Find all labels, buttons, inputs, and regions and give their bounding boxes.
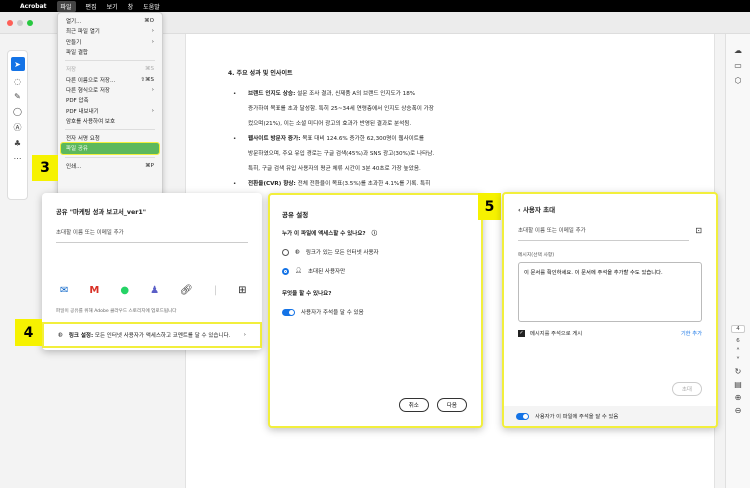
upload-note: 파일이 공유를 위해 Adobe 클라우드 스토리지에 업로드됩니다 bbox=[56, 309, 177, 314]
close-window-button[interactable] bbox=[7, 20, 13, 26]
link-settings-row[interactable]: ◍ 링크 설정: 모든 인터넷 사용자가 액세스하고 코멘트를 달 수 있습니다… bbox=[42, 322, 262, 348]
menu-bar: Acrobat 파일 편집 보기 창 도움말 bbox=[0, 0, 750, 12]
bookmark-icon[interactable]: ⬡ bbox=[735, 76, 742, 85]
comment-toggle[interactable] bbox=[516, 412, 529, 420]
menu-divider bbox=[65, 60, 155, 62]
menu-item-save[interactable]: 저장 ⌘S bbox=[61, 64, 159, 74]
lasso-tool-icon[interactable]: ◯ bbox=[13, 107, 22, 116]
menu-item-save-other[interactable]: 다른 형식으로 저장 › bbox=[61, 85, 159, 95]
document-content: 4. 주요 성과 및 인사이트 브랜드 인지도 상승: 설문 조사 결과, 신제… bbox=[228, 66, 698, 192]
more-tools-icon[interactable]: ⋯ bbox=[14, 154, 22, 163]
zoom-window-button[interactable] bbox=[27, 20, 33, 26]
select-tool-icon[interactable]: ➤ bbox=[10, 57, 25, 71]
chevron-up-icon[interactable]: ˄ bbox=[736, 347, 740, 356]
rotate-icon[interactable]: ↻ bbox=[735, 367, 742, 376]
section-heading: 4. 주요 성과 및 인사이트 bbox=[228, 70, 293, 77]
share-settings-dialog: 공유 설정 누가 이 파일에 액세스할 수 있나요? ⓘ ◍ 링크가 있는 모든 인… bbox=[268, 193, 483, 428]
pen-tool-icon[interactable]: ✎ bbox=[14, 92, 21, 101]
link-icon[interactable]: 🔗︎ bbox=[180, 285, 193, 296]
menu-item-export[interactable]: PDF 내보내기 › bbox=[61, 105, 159, 115]
dialog-title: 공유 설정 bbox=[282, 211, 309, 219]
menu-divider bbox=[65, 128, 155, 130]
comment-toggle[interactable] bbox=[282, 308, 295, 316]
dialog-title: 사용자 초대 bbox=[522, 206, 556, 214]
text-tool-icon[interactable]: Ⓐ bbox=[14, 122, 22, 133]
user-lock-icon: 👤︎ bbox=[295, 268, 302, 274]
teams-icon[interactable]: ♟ bbox=[150, 285, 159, 296]
invite-users-dialog: ‹ 사용자 초대 초대할 이름 또는 이메일 추가 ⊡ 메시지(선택 사항) 이 … bbox=[502, 192, 718, 428]
option-invited[interactable]: 👤︎ 초대된 사용자만 bbox=[282, 267, 469, 275]
message-label: 메시지(선택 사항) bbox=[518, 253, 555, 258]
menu-edit[interactable]: 편집 bbox=[86, 2, 97, 11]
action-question: 무엇을 할 수 있나요? bbox=[282, 291, 332, 297]
menu-item-protect[interactable]: 암호를 사용하여 보호 bbox=[61, 116, 159, 126]
post-checkbox[interactable]: ✓ bbox=[518, 329, 525, 337]
bullet-item: 웹사이트 방문자 증가: 목표 대비 124.6% 증가한 62,300명이 웹… bbox=[228, 132, 698, 177]
zoom-in-icon[interactable]: ⊕ bbox=[735, 393, 742, 402]
more-share-icon[interactable]: ⊞ bbox=[238, 285, 246, 296]
share-title: 공유 "마케팅 성과 보고서_ver1" bbox=[56, 209, 147, 216]
whatsapp-icon[interactable]: ● bbox=[120, 285, 129, 296]
access-question: 누가 이 파일에 액세스할 수 있나요? bbox=[282, 231, 366, 237]
zoom-out-icon[interactable]: ⊖ bbox=[735, 406, 742, 415]
next-button[interactable]: 다음 bbox=[436, 398, 467, 412]
comment-toggle-label: 사용자가 주석을 달 수 있음 bbox=[301, 310, 364, 316]
bullet-item: 전환율(CVR) 향상: 전체 전환율이 목표(3.5%)를 초과한 4.1%를… bbox=[228, 177, 698, 192]
menu-file[interactable]: 파일 bbox=[56, 0, 76, 12]
comment-toggle-label: 사용자가 이 파일에 주석을 달 수 있음 bbox=[535, 414, 619, 420]
sign-tool-icon[interactable]: ♣ bbox=[14, 139, 21, 148]
globe-icon: ◍ bbox=[295, 249, 300, 255]
add-deadline-link[interactable]: 기한 추가 bbox=[681, 329, 702, 337]
chevron-right-icon: › bbox=[243, 332, 246, 338]
menu-divider bbox=[65, 156, 155, 158]
step-5-label: 5 bbox=[478, 193, 501, 220]
help-icon[interactable]: ⓘ bbox=[372, 229, 378, 237]
page-current[interactable]: 4 bbox=[731, 325, 745, 333]
share-apps: ✉ M ● ♟ 🔗︎ | ⊞ bbox=[60, 285, 247, 296]
menu-help[interactable]: 도움말 bbox=[143, 2, 160, 11]
menu-item-open[interactable]: 열기... ⌘O bbox=[61, 16, 159, 26]
page-total: 6 bbox=[736, 338, 740, 344]
app-name[interactable]: Acrobat bbox=[20, 3, 47, 10]
radio-invited[interactable] bbox=[282, 267, 289, 275]
option-anyone[interactable]: ◍ 링크가 있는 모든 인터넷 사용자 bbox=[282, 248, 469, 256]
gmail-icon[interactable]: M bbox=[89, 285, 99, 296]
globe-icon: ◍ bbox=[58, 332, 63, 338]
menu-item-share[interactable]: 파일 공유 bbox=[60, 142, 160, 155]
comment-tool-icon[interactable]: ◌ bbox=[14, 77, 21, 86]
contacts-icon[interactable]: ⊡ bbox=[695, 226, 702, 241]
page-settings-icon[interactable]: ▤ bbox=[734, 380, 742, 389]
comment-icon[interactable]: ▭ bbox=[734, 61, 742, 70]
step-3-label: 3 bbox=[32, 155, 58, 181]
menu-item-create[interactable]: 만들기 › bbox=[61, 37, 159, 47]
right-rail: ☁ ▭ ⬡ 4 6 ˄ ˅ ↻ ▤ ⊕ ⊖ bbox=[725, 34, 750, 488]
menu-item-request-signature[interactable]: 전자 서명 요청 bbox=[61, 133, 159, 143]
cancel-button[interactable]: 취소 bbox=[398, 398, 429, 412]
menu-item-combine[interactable]: 파일 결합 bbox=[61, 47, 159, 57]
outlook-icon[interactable]: ✉ bbox=[60, 285, 68, 296]
menu-window[interactable]: 창 bbox=[128, 2, 134, 11]
back-button[interactable]: ‹ bbox=[518, 206, 521, 214]
left-tools-panel: ➤ ◌ ✎ ◯ Ⓐ ♣ ⋯ bbox=[7, 50, 28, 200]
menu-item-recent[interactable]: 최근 파일 열기 › bbox=[61, 26, 159, 36]
minimize-window-button[interactable] bbox=[17, 20, 23, 26]
menu-item-print[interactable]: 인쇄... ⌘P bbox=[61, 161, 159, 171]
step-4-label: 4 bbox=[15, 319, 42, 346]
cloud-icon[interactable]: ☁ bbox=[734, 46, 742, 55]
radio-anyone[interactable] bbox=[282, 248, 289, 256]
post-checkbox-label: 메시지를 주석으로 게시 bbox=[530, 331, 583, 337]
file-menu-dropdown: 열기... ⌘O 최근 파일 열기 › 만들기 › 파일 결합 저장 ⌘S 다른 이름으… bbox=[57, 12, 163, 196]
message-textarea[interactable]: 이 문서를 확인하세요. 이 문서에 주석을 추가할 수도 있습니다. bbox=[518, 262, 702, 322]
menu-item-save-as[interactable]: 다른 이름으로 저장... ⇧⌘S bbox=[61, 74, 159, 84]
menu-view[interactable]: 보기 bbox=[107, 2, 118, 11]
divider: | bbox=[213, 285, 218, 296]
invite-button[interactable]: 초대 bbox=[671, 382, 702, 396]
chevron-down-icon[interactable]: ˅ bbox=[736, 356, 740, 365]
invite-input[interactable]: 초대할 이름 또는 이메일 추가 bbox=[56, 228, 248, 243]
bullet-item: 브랜드 인지도 상승: 설문 조사 결과, 신제품 A의 브랜드 인지도가 18… bbox=[228, 87, 698, 132]
menu-item-compress[interactable]: PDF 압축 bbox=[61, 95, 159, 105]
invite-input[interactable]: 초대할 이름 또는 이메일 추가 bbox=[518, 226, 690, 241]
